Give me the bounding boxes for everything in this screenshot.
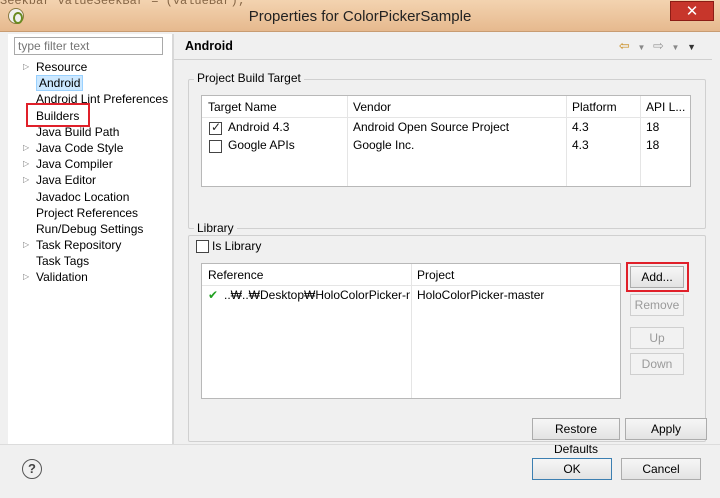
forward-dropdown-icon[interactable]: ▼ (672, 43, 682, 52)
tree-item-label: Run/Debug Settings (36, 221, 144, 236)
page-header: Android ⇦ ▼ ⇨ ▼ ▼ (174, 34, 712, 60)
apply-button[interactable]: Apply (625, 418, 707, 440)
build-target-legend: Project Build Target (194, 71, 304, 85)
tree-item-label: Project References (36, 205, 139, 220)
title-bar: Seekbar valueSeekBar = (valueBar); Prope… (0, 0, 720, 32)
restore-defaults-button[interactable]: Restore Defaults (532, 418, 620, 456)
target-name: Android 4.3 (228, 120, 290, 134)
column-project[interactable]: Project (417, 268, 454, 282)
ok-button[interactable]: OK (532, 458, 612, 480)
tree-item[interactable]: ▷ Java Code Style (8, 140, 172, 156)
tree-item-label: Task Tags (36, 254, 90, 269)
table-row[interactable]: Google APIs Google Inc. 4.3 18 (202, 137, 690, 155)
bottom-separator (0, 444, 720, 445)
tree-item-label: Java Editor (36, 173, 97, 188)
back-dropdown-icon[interactable]: ▼ (637, 43, 647, 52)
tree-item-label: Java Code Style (36, 140, 124, 155)
expand-arrow-icon[interactable]: ▷ (23, 156, 29, 172)
column-platform[interactable]: Platform (572, 100, 617, 114)
up-button[interactable]: Up (630, 327, 684, 349)
column-target-name[interactable]: Target Name (208, 100, 277, 114)
tree-item[interactable]: Task Tags (8, 253, 172, 269)
column-api-level[interactable]: API L... (646, 100, 685, 114)
down-button[interactable]: Down (630, 353, 684, 375)
view-menu-icon[interactable]: ▼ (687, 42, 698, 52)
property-page-tree-pane: ▷ResourceAndroidAndroid Lint Preferences… (8, 34, 172, 444)
target-api: 18 (646, 120, 660, 134)
expand-arrow-icon[interactable]: ▷ (23, 269, 29, 285)
tree-item[interactable]: Android (8, 75, 172, 92)
property-page-content: Android ⇦ ▼ ⇨ ▼ ▼ Project Build Target T… (174, 34, 712, 456)
target-platform: 4.3 (572, 120, 589, 134)
back-arrow-icon[interactable]: ⇦ (619, 38, 632, 53)
android-highlight-box (26, 103, 90, 127)
expand-arrow-icon[interactable]: ▷ (23, 172, 29, 188)
expand-arrow-icon[interactable]: ▷ (23, 59, 29, 75)
window-title: Properties for ColorPickerSample (248, 8, 472, 25)
target-api: 18 (646, 138, 660, 152)
target-platform: 4.3 (572, 138, 589, 152)
target-vendor: Android Open Source Project (353, 120, 510, 134)
target-checkbox[interactable] (209, 140, 222, 153)
property-page-tree: ▷ Resource Android Android Lint Preferences… (8, 59, 172, 286)
tree-item[interactable]: ▷ Java Editor (8, 172, 172, 188)
target-checkbox[interactable] (209, 120, 222, 135)
help-icon[interactable]: ? (22, 459, 42, 479)
tree-item[interactable]: Project References (8, 205, 172, 221)
column-vendor[interactable]: Vendor (353, 100, 391, 114)
remove-button[interactable]: Remove (630, 294, 684, 316)
build-target-table-header: Target Name Vendor Platform API L... (202, 96, 690, 118)
add-highlight-box (626, 262, 689, 292)
target-vendor: Google Inc. (353, 138, 415, 152)
filter-input[interactable] (14, 37, 163, 55)
tree-item[interactable]: ▷ Resource (8, 59, 172, 75)
tree-item-label: Javadoc Location (36, 189, 130, 204)
page-title: Android (185, 39, 233, 53)
tree-item[interactable]: ▷ Task Repository (8, 237, 172, 253)
expand-arrow-icon[interactable]: ▷ (23, 140, 29, 156)
check-status-icon: ✔ (208, 288, 219, 302)
background-editor-text: Seekbar valueSeekBar = (valueBar); (0, 0, 245, 8)
tree-item-label: Android (36, 75, 84, 92)
tree-item[interactable]: ▷ Validation (8, 269, 172, 285)
forward-arrow-icon[interactable]: ⇨ (653, 38, 666, 53)
library-reference: ..₩..₩Desktop₩HoloColorPicker-mas... (224, 288, 410, 302)
column-reference[interactable]: Reference (208, 268, 263, 282)
tree-item[interactable]: Run/Debug Settings (8, 221, 172, 237)
tree-item-label: Resource (36, 60, 88, 74)
table-row[interactable]: ✔ ..₩..₩Desktop₩HoloColorPicker-mas... H… (202, 287, 620, 305)
table-row[interactable]: Android 4.3 Android Open Source Project … (202, 119, 690, 137)
is-library-label: Is Library (212, 239, 262, 253)
target-name: Google APIs (228, 138, 295, 152)
close-button[interactable]: ✕ (670, 1, 714, 21)
tree-item-label: Task Repository (36, 238, 122, 253)
expand-arrow-icon[interactable]: ▷ (23, 237, 29, 253)
cancel-button[interactable]: Cancel (621, 458, 701, 480)
page-nav: ⇦ ▼ ⇨ ▼ ▼ (619, 38, 698, 54)
build-target-table: Target Name Vendor Platform API L... And… (201, 95, 691, 187)
library-legend: Library (194, 221, 237, 235)
tree-item[interactable]: ▷ Java Compiler (8, 156, 172, 172)
tree-item-label: Java Compiler (36, 157, 113, 172)
library-project: HoloColorPicker-master (417, 288, 545, 302)
library-table: Reference Project ✔ ..₩..₩Desktop₩HoloCo… (201, 263, 621, 399)
tree-item[interactable]: Javadoc Location (8, 189, 172, 205)
tree-item-label: Validation (36, 270, 88, 285)
is-library-checkbox[interactable] (196, 240, 209, 253)
